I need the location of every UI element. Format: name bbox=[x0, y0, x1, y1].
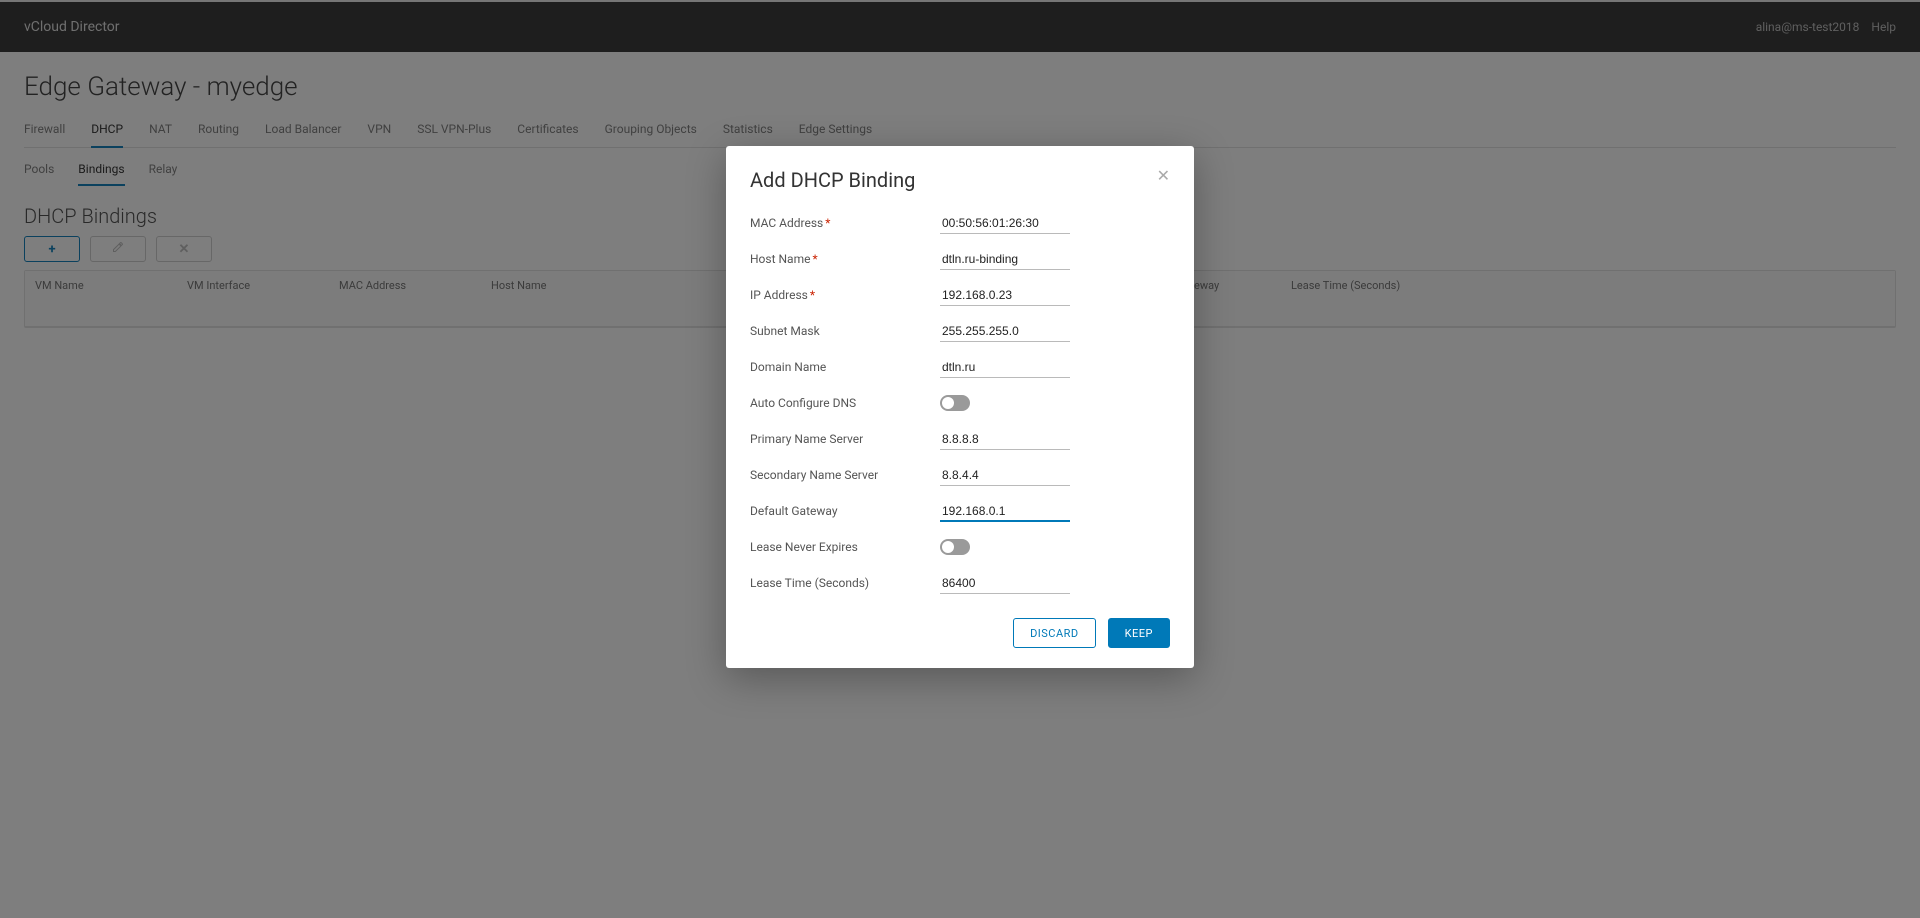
gateway-label: Default Gateway bbox=[750, 504, 940, 518]
autodns-label: Auto Configure DNS bbox=[750, 396, 940, 410]
lease-label: Lease Time (Seconds) bbox=[750, 576, 940, 590]
primary-ns-input[interactable] bbox=[940, 429, 1070, 450]
autodns-toggle[interactable] bbox=[940, 395, 970, 411]
host-input[interactable] bbox=[940, 249, 1070, 270]
ip-input[interactable] bbox=[940, 285, 1070, 306]
modal-backdrop: Add DHCP Binding ✕ MAC Address* Host Nam… bbox=[0, 0, 1920, 918]
primary-ns-label: Primary Name Server bbox=[750, 432, 940, 446]
discard-button[interactable]: DISCARD bbox=[1013, 618, 1096, 648]
modal-header: Add DHCP Binding ✕ bbox=[750, 168, 1170, 192]
subnet-input[interactable] bbox=[940, 321, 1070, 342]
add-dhcp-binding-modal: Add DHCP Binding ✕ MAC Address* Host Nam… bbox=[726, 146, 1194, 668]
subnet-label: Subnet Mask bbox=[750, 324, 940, 338]
lease-input[interactable] bbox=[940, 573, 1070, 594]
ip-label: IP Address* bbox=[750, 288, 940, 302]
host-label: Host Name* bbox=[750, 252, 940, 266]
domain-input[interactable] bbox=[940, 357, 1070, 378]
mac-label: MAC Address* bbox=[750, 216, 940, 230]
never-exp-toggle[interactable] bbox=[940, 539, 970, 555]
modal-footer: DISCARD KEEP bbox=[750, 618, 1170, 648]
close-icon[interactable]: ✕ bbox=[1157, 168, 1170, 184]
keep-button[interactable]: KEEP bbox=[1108, 618, 1170, 648]
secondary-ns-input[interactable] bbox=[940, 465, 1070, 486]
never-exp-label: Lease Never Expires bbox=[750, 540, 940, 554]
domain-label: Domain Name bbox=[750, 360, 940, 374]
gateway-input[interactable] bbox=[940, 501, 1070, 522]
secondary-ns-label: Secondary Name Server bbox=[750, 468, 940, 482]
modal-title: Add DHCP Binding bbox=[750, 168, 915, 192]
mac-input[interactable] bbox=[940, 213, 1070, 234]
